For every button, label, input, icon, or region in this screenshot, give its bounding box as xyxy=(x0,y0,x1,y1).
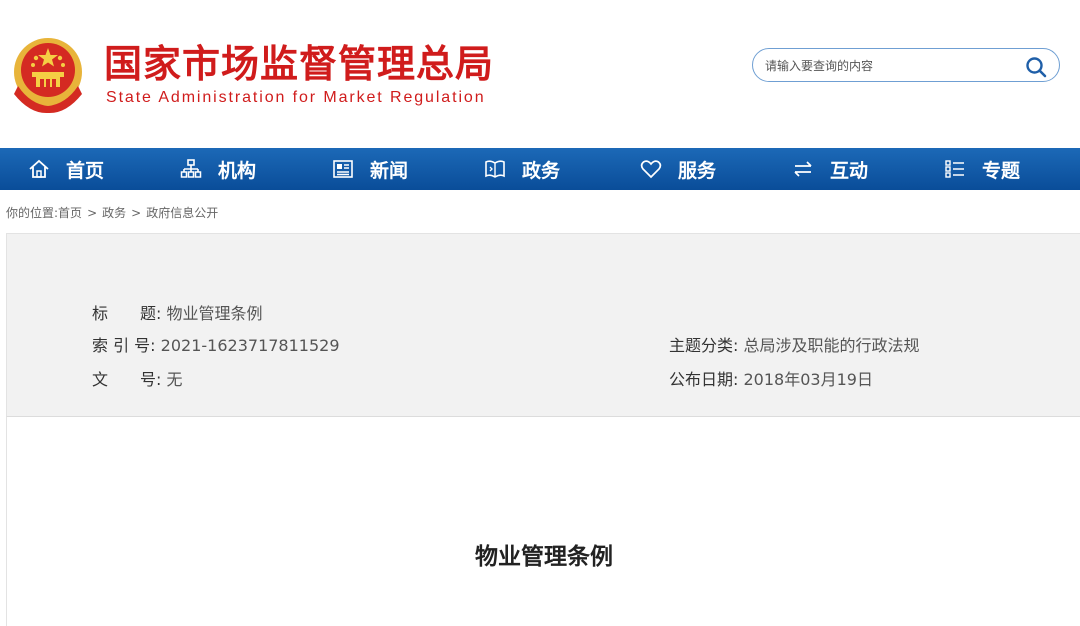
search-icon[interactable] xyxy=(1025,56,1047,78)
site-subtitle: State Administration for Market Regulati… xyxy=(106,89,486,106)
site-title[interactable]: 国家市场监督管理总局 xyxy=(104,40,494,88)
search-box xyxy=(752,48,1060,82)
book-icon xyxy=(485,160,505,178)
meta-title-value: 物业管理条例 xyxy=(166,304,263,323)
meta-category-row: 主题分类: 总局涉及职能的行政法规 xyxy=(669,332,920,356)
list-icon xyxy=(945,160,964,178)
exchange-arrows-icon xyxy=(794,161,812,177)
nav-item-label: 服务 xyxy=(678,159,717,182)
meta-date-row: 公布日期: 2018年03月19日 xyxy=(669,366,873,390)
nav-item-label: 新闻 xyxy=(370,159,409,182)
breadcrumb-government-link[interactable]: 政务 xyxy=(102,206,126,220)
org-chart-icon xyxy=(180,159,202,178)
site-header: 国家市场监督管理总局 State Administration for Mark… xyxy=(0,0,1080,148)
nav-item-label: 机构 xyxy=(218,159,257,182)
meta-index-row: 索 引 号: 2021-1623717811529 xyxy=(92,332,340,356)
meta-date-value: 2018年03月19日 xyxy=(743,370,873,389)
document-metadata-panel: 标 题: 物业管理条例 索 引 号: 2021-1623717811529 文 … xyxy=(6,233,1080,417)
nav-item-label: 首页 xyxy=(66,159,105,182)
breadcrumb-separator: > xyxy=(131,206,142,220)
meta-title-label: 标 题: xyxy=(92,304,162,323)
meta-category-label: 主题分类: xyxy=(669,336,739,355)
nav-item-organization[interactable]: 机构 xyxy=(180,148,256,190)
breadcrumb-home-link[interactable]: 首页 xyxy=(58,206,82,220)
home-icon xyxy=(29,159,49,178)
newspaper-icon xyxy=(333,160,353,178)
meta-category-value: 总局涉及职能的行政法规 xyxy=(743,336,920,355)
meta-doc-number-label: 文 号: xyxy=(92,370,162,389)
meta-title-row: 标 题: 物业管理条例 xyxy=(92,300,263,324)
meta-date-label: 公布日期: xyxy=(669,370,739,389)
breadcrumb-prefix: 你的位置: xyxy=(6,206,59,220)
nav-item-interaction[interactable]: 互动 xyxy=(792,148,868,190)
document-content: 物业管理条例 xyxy=(6,417,1080,626)
search-input[interactable] xyxy=(763,55,1017,77)
meta-index-value: 2021-1623717811529 xyxy=(160,336,340,355)
main-nav: 首页 机构 新闻 政务 服务 互动 专题 xyxy=(0,148,1080,190)
breadcrumb-info-disclosure-link[interactable]: 政府信息公开 xyxy=(146,206,218,220)
nav-item-label: 政务 xyxy=(522,159,561,182)
nav-item-news[interactable]: 新闻 xyxy=(332,148,408,190)
nav-item-home[interactable]: 首页 xyxy=(28,148,104,190)
document-title: 物业管理条例 xyxy=(475,544,613,570)
meta-index-label: 索 引 号: xyxy=(92,336,156,355)
nav-item-service[interactable]: 服务 xyxy=(640,148,716,190)
meta-doc-number-row: 文 号: 无 xyxy=(92,366,183,390)
nav-item-label: 专题 xyxy=(982,159,1021,182)
nav-item-government[interactable]: 政务 xyxy=(484,148,560,190)
breadcrumb-separator: > xyxy=(87,206,98,220)
nav-item-topics[interactable]: 专题 xyxy=(944,148,1020,190)
heart-icon xyxy=(640,160,662,179)
national-emblem-icon[interactable] xyxy=(10,34,86,114)
nav-item-label: 互动 xyxy=(830,159,869,182)
breadcrumb: 你的位置:首页 > 政务 > 政府信息公开 xyxy=(6,204,218,221)
meta-doc-number-value: 无 xyxy=(166,370,183,389)
